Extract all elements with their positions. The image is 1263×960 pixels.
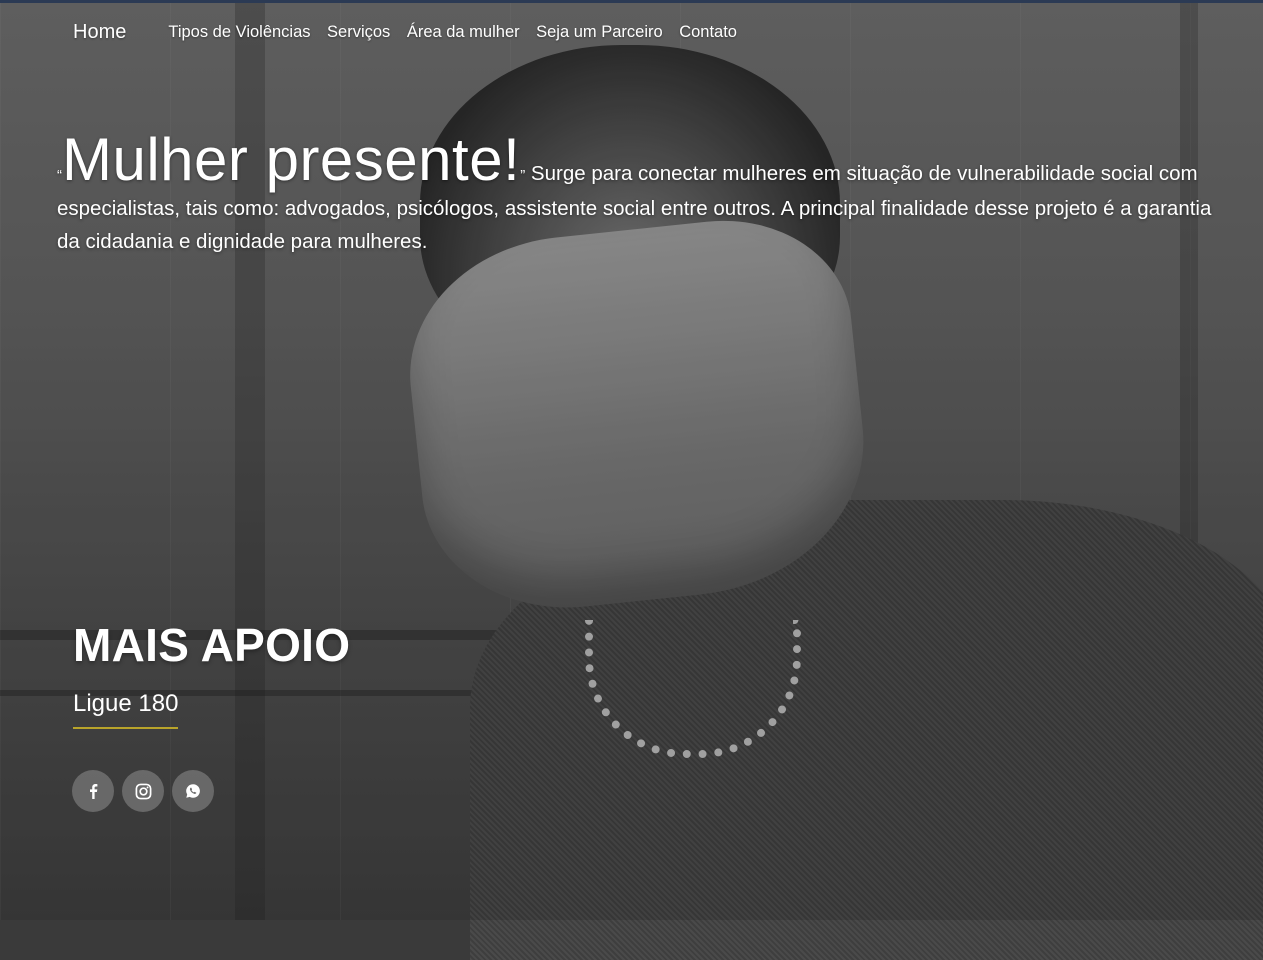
top-border <box>0 0 1263 3</box>
headline: Mulher presente! <box>62 126 521 193</box>
support-section: MAIS APOIO Ligue 180 <box>73 618 350 729</box>
intro-text: “Mulher presente!” Surge para conectar m… <box>57 130 1217 258</box>
nav-contato[interactable]: Contato <box>679 23 737 42</box>
support-phone[interactable]: Ligue 180 <box>73 690 179 729</box>
nav-area-da-mulher[interactable]: Área da mulher <box>407 23 520 42</box>
whatsapp-icon[interactable] <box>172 770 214 812</box>
main-navigation: Home Tipos de Violências Serviços Área d… <box>73 18 753 46</box>
facebook-icon[interactable] <box>72 770 114 812</box>
nav-seja-um-parceiro[interactable]: Seja um Parceiro <box>536 23 663 42</box>
nav-tipos-de-violencias[interactable]: Tipos de Violências <box>168 23 310 42</box>
social-links <box>72 770 214 812</box>
nav-home[interactable]: Home <box>73 21 126 44</box>
instagram-icon[interactable] <box>122 770 164 812</box>
nav-servicos[interactable]: Serviços <box>327 23 390 42</box>
support-title: MAIS APOIO <box>73 619 351 671</box>
